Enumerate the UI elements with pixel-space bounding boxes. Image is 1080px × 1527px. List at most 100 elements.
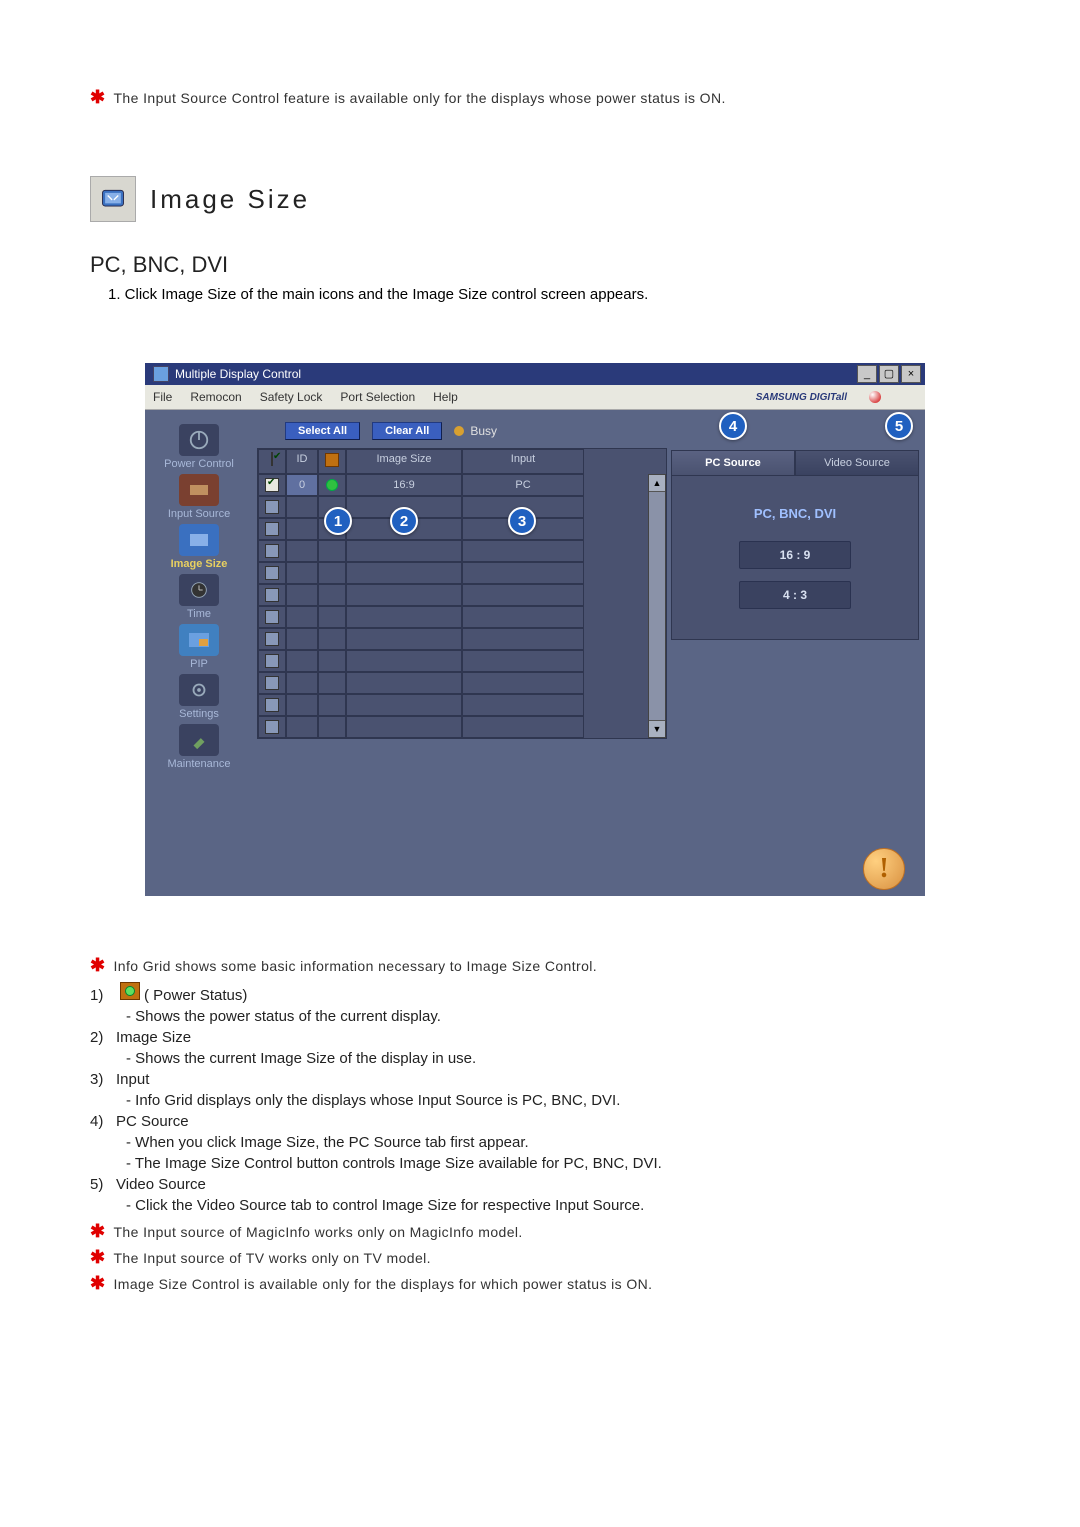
power-status-icon (120, 982, 140, 1000)
star-icon: ✱ (90, 1222, 105, 1240)
sidebar-item-input[interactable]: Input Source (149, 474, 249, 520)
table-row[interactable] (258, 694, 648, 716)
cell-imgsize (346, 650, 462, 672)
cell-input (462, 606, 584, 628)
note-text: The Input Source Control feature is avai… (113, 90, 725, 106)
center-pane: Select All Clear All Busy ID Image Size (253, 410, 671, 840)
col-check[interactable] (258, 449, 286, 474)
explain-item-sub: - Click the Video Source tab to control … (126, 1197, 990, 1214)
col-input[interactable]: Input (462, 449, 584, 474)
sidebar-item-settings[interactable]: Settings (149, 674, 249, 720)
callout-2: 2 (390, 507, 418, 535)
table-row[interactable] (258, 496, 648, 518)
app-icon (153, 366, 169, 382)
grid-scrollbar[interactable]: ▲ ▼ (648, 474, 666, 738)
table-row[interactable]: 016:9PC (258, 474, 648, 496)
pip-icon (179, 624, 219, 656)
sidebar-item-maintenance[interactable]: Maintenance (149, 724, 249, 770)
menu-portselection[interactable]: Port Selection (340, 390, 415, 404)
explain-item-sub: - Shows the power status of the current … (126, 1008, 990, 1025)
sidebar: Power Control Input Source Image Size Ti… (145, 410, 253, 840)
table-row[interactable] (258, 562, 648, 584)
row-checkbox[interactable] (265, 610, 279, 624)
menu-file[interactable]: File (153, 390, 172, 404)
row-checkbox[interactable] (265, 500, 279, 514)
cell-id (286, 650, 318, 672)
cell-id (286, 540, 318, 562)
cell-status (318, 540, 346, 562)
table-row[interactable] (258, 650, 648, 672)
sidebar-item-time[interactable]: Time (149, 574, 249, 620)
star-icon: ✱ (90, 88, 105, 106)
maximize-button[interactable]: ▢ (879, 365, 899, 383)
section-header: Image Size (90, 176, 990, 222)
cell-input (462, 672, 584, 694)
explain-intro: Info Grid shows some basic information n… (113, 958, 597, 974)
col-status[interactable] (318, 449, 346, 474)
note-top: ✱ The Input Source Control feature is av… (90, 88, 990, 106)
table-row[interactable] (258, 518, 648, 540)
col-id[interactable]: ID (286, 449, 318, 474)
menu-help[interactable]: Help (433, 390, 458, 404)
maintenance-icon (179, 724, 219, 756)
table-row[interactable] (258, 628, 648, 650)
cell-status (318, 474, 346, 496)
cell-input (462, 716, 584, 738)
cell-input (462, 650, 584, 672)
row-checkbox[interactable] (265, 720, 279, 734)
explain-item: 2)Image Size (90, 1029, 990, 1046)
table-row[interactable] (258, 540, 648, 562)
row-checkbox[interactable] (265, 478, 279, 492)
row-checkbox[interactable] (265, 522, 279, 536)
input-icon (179, 474, 219, 506)
row-checkbox[interactable] (265, 676, 279, 690)
sidebar-item-imagesize[interactable]: Image Size (149, 524, 249, 570)
scroll-down-icon[interactable]: ▼ (649, 720, 665, 737)
row-checkbox[interactable] (265, 588, 279, 602)
table-row[interactable] (258, 606, 648, 628)
sidebar-item-power[interactable]: Power Control (149, 424, 249, 470)
row-checkbox[interactable] (265, 544, 279, 558)
brand-icon (869, 391, 881, 403)
cell-status (318, 672, 346, 694)
callout-3: 3 (508, 507, 536, 535)
note-text: Image Size Control is available only for… (113, 1276, 652, 1292)
busy-dot-icon (454, 426, 464, 436)
cell-status (318, 606, 346, 628)
explain-item-sub: - The Image Size Control button controls… (126, 1155, 990, 1172)
pc-bnc-dvi-label: PC, BNC, DVI (672, 506, 918, 521)
option-4-3[interactable]: 4 : 3 (739, 581, 851, 609)
image-size-icon (90, 176, 136, 222)
table-row[interactable] (258, 672, 648, 694)
menu-safetylock[interactable]: Safety Lock (260, 390, 323, 404)
info-grid: ID Image Size Input 016:9PC ▲ ▼ (257, 448, 667, 739)
titlebar: Multiple Display Control _ ▢ × (145, 363, 925, 385)
menu-remocon[interactable]: Remocon (190, 390, 241, 404)
row-checkbox[interactable] (265, 698, 279, 712)
intro-step: 1. Click Image Size of the main icons an… (108, 286, 990, 303)
grid-header: ID Image Size Input (258, 449, 666, 474)
sidebar-item-pip[interactable]: PIP (149, 624, 249, 670)
note-bottom: ✱The Input source of MagicInfo works onl… (90, 1222, 990, 1240)
tab-pc-source[interactable]: PC Source (671, 450, 795, 476)
row-checkbox[interactable] (265, 566, 279, 580)
explain-item: 5)Video Source (90, 1176, 990, 1193)
minimize-button[interactable]: _ (857, 365, 877, 383)
cell-status (318, 562, 346, 584)
table-row[interactable] (258, 716, 648, 738)
note-bottom: ✱The Input source of TV works only on TV… (90, 1248, 990, 1266)
clear-all-button[interactable]: Clear All (372, 422, 442, 440)
cell-imgsize (346, 606, 462, 628)
option-16-9[interactable]: 16 : 9 (739, 541, 851, 569)
row-checkbox[interactable] (265, 632, 279, 646)
table-row[interactable] (258, 584, 648, 606)
scroll-up-icon[interactable]: ▲ (649, 475, 665, 492)
time-icon (179, 574, 219, 606)
row-checkbox[interactable] (265, 654, 279, 668)
cell-id (286, 562, 318, 584)
close-button[interactable]: × (901, 365, 921, 383)
col-imgsize[interactable]: Image Size (346, 449, 462, 474)
tab-video-source[interactable]: Video Source (795, 450, 919, 476)
select-all-button[interactable]: Select All (285, 422, 360, 440)
explain-item: 4)PC Source (90, 1113, 990, 1130)
